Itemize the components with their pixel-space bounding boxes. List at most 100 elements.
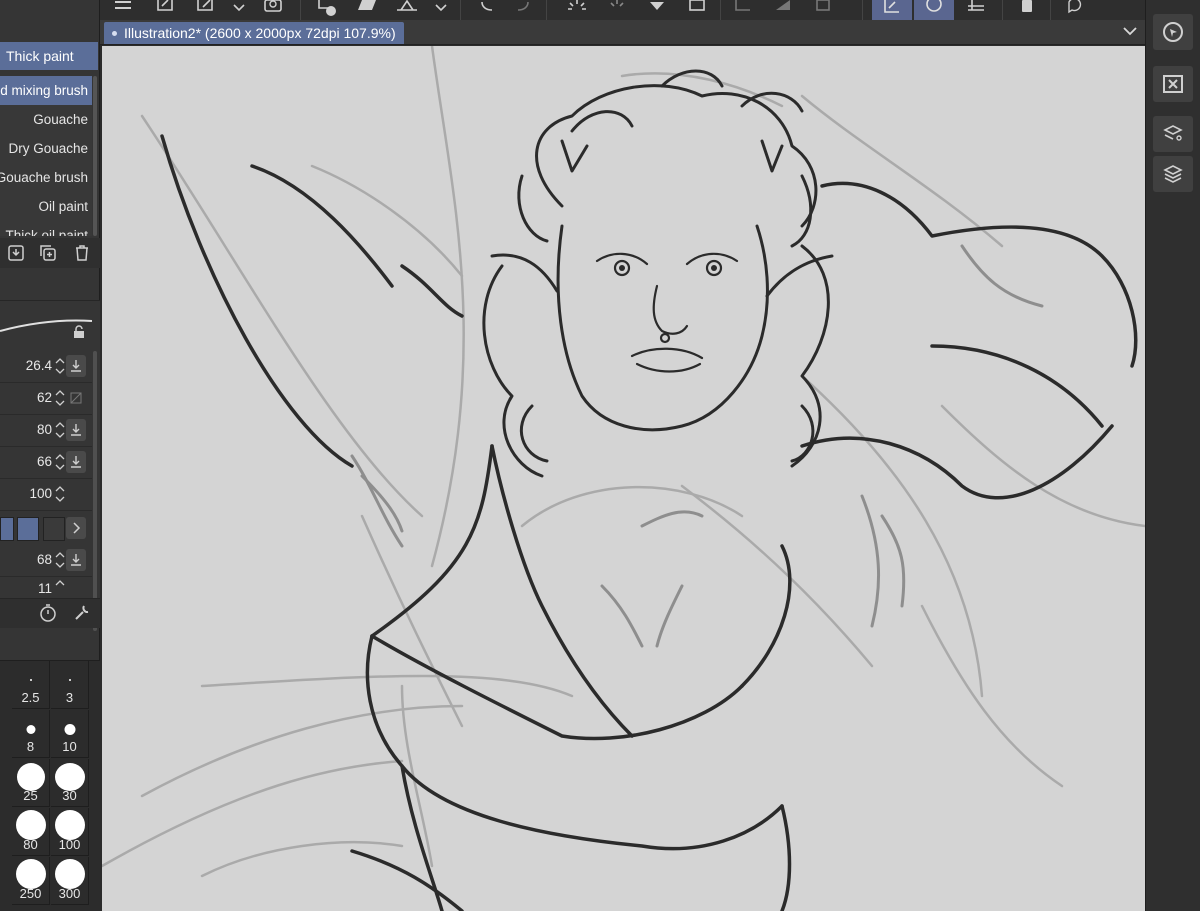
density-of-paint-row[interactable]: 66	[0, 447, 92, 479]
trash-icon[interactable]	[72, 243, 92, 263]
brush-item[interactable]: Gouache	[0, 105, 92, 134]
pressure-icon[interactable]	[66, 419, 86, 441]
size-dot	[54, 859, 85, 889]
pressure-icon[interactable]	[66, 549, 86, 571]
new-file-icon[interactable]	[150, 0, 180, 20]
brush-size-preset[interactable]: 8	[12, 710, 50, 758]
brush-list-tools	[0, 238, 100, 268]
brush-size-preset[interactable]: 3	[51, 661, 89, 709]
layer-property-icon[interactable]	[1153, 116, 1193, 152]
sub-tool-tab[interactable]: Thick paint	[0, 42, 98, 70]
brush-size-palette: 2.5 3 8 10 25 30 80 100 250 300	[0, 660, 100, 911]
opacity-value: 62	[36, 390, 52, 405]
download-icon[interactable]	[6, 243, 26, 263]
brush-item[interactable]: Oil paint	[0, 192, 92, 221]
undo-icon[interactable]	[472, 0, 502, 20]
pressure-icon[interactable]	[66, 355, 86, 377]
clip-icon[interactable]	[728, 0, 758, 20]
select-all-icon[interactable]	[602, 0, 632, 20]
fill-icon[interactable]	[642, 0, 672, 20]
spinner-icon[interactable]	[55, 579, 65, 597]
timer-icon[interactable]	[38, 603, 58, 628]
document-tab[interactable]: Illustration2* (2600 x 2000px 72dpi 107.…	[104, 22, 404, 44]
color-swatch[interactable]	[0, 517, 14, 541]
opacity-row[interactable]: 62	[0, 383, 92, 415]
size-dot	[15, 859, 46, 889]
brush-size-preset[interactable]: 250	[12, 857, 50, 905]
toolbar-divider	[862, 0, 863, 20]
spinner-icon[interactable]	[55, 485, 65, 503]
navigator-icon[interactable]	[1153, 14, 1193, 50]
spinner-icon[interactable]	[55, 389, 65, 407]
toolbar-divider	[546, 0, 547, 20]
menu-icon[interactable]	[108, 0, 138, 20]
color-stretch-value: 100	[29, 486, 52, 501]
amount-of-paint-row[interactable]: 80	[0, 415, 92, 447]
spinner-icon[interactable]	[55, 551, 65, 569]
color-swatch[interactable]	[17, 517, 39, 541]
brush-size-preset[interactable]: 2.5	[12, 661, 50, 709]
chevron-down-icon[interactable]	[1121, 24, 1139, 43]
export-icon[interactable]	[392, 0, 422, 20]
toolbar-divider	[1050, 0, 1051, 20]
blend-row[interactable]: 68	[0, 545, 92, 577]
wrench-icon[interactable]	[72, 603, 92, 628]
edit-icon[interactable]	[190, 0, 220, 20]
property-footer	[0, 598, 100, 628]
size-dot	[54, 810, 85, 840]
sketch-artwork	[102, 46, 1145, 911]
pressure-icon[interactable]	[66, 451, 86, 473]
redo-icon[interactable]	[508, 0, 538, 20]
transform-icon[interactable]	[682, 0, 712, 20]
top-toolbar	[100, 0, 1145, 20]
lock-layer-icon[interactable]	[808, 0, 838, 20]
brush-size-preset[interactable]: 25	[12, 759, 50, 807]
chevron-down-icon[interactable]	[228, 0, 250, 20]
chevron-right-icon[interactable]	[66, 517, 86, 539]
lock-icon[interactable]	[72, 325, 86, 344]
spinner-icon[interactable]	[55, 357, 65, 375]
brush-size-preset[interactable]: 10	[51, 710, 89, 758]
brush-item[interactable]: Thick oil paint	[0, 221, 92, 236]
document-tab-bar: Illustration2* (2600 x 2000px 72dpi 107.…	[100, 20, 1145, 45]
brush-size-preset[interactable]: 30	[51, 759, 89, 807]
loading-icon[interactable]	[562, 0, 592, 20]
brush-item[interactable]: Dry Gouache	[0, 134, 92, 163]
layers-icon[interactable]	[1153, 156, 1193, 192]
ruler-snap-icon[interactable]	[872, 0, 912, 20]
snap-grid-icon[interactable]	[962, 0, 992, 20]
snap-special-ruler-icon[interactable]	[914, 0, 954, 20]
reference-icon[interactable]	[768, 0, 798, 20]
drawing-canvas[interactable]	[102, 46, 1145, 911]
brush-size-row[interactable]: 26.4	[0, 351, 92, 383]
toolbar-divider	[720, 0, 721, 20]
brush-item[interactable]: Paint and mixing brush	[0, 76, 92, 105]
color-swatch-row	[0, 514, 92, 544]
properties-scrollbar[interactable]	[93, 351, 97, 631]
brush-list-scrollbar[interactable]	[93, 76, 97, 236]
brush-size-preset[interactable]: 100	[51, 808, 89, 856]
toolbar-divider	[300, 0, 301, 20]
toolbar-divider	[1002, 0, 1003, 20]
color-stretch-row[interactable]: 100	[0, 479, 92, 511]
smartphone-icon[interactable]	[1012, 0, 1042, 20]
spinner-icon[interactable]	[55, 421, 65, 439]
duplicate-icon[interactable]	[38, 243, 58, 263]
tool-property-panel: 26.4 62 80 66 100 68 11	[0, 300, 100, 631]
size-dot	[29, 679, 32, 681]
brush-size-preset[interactable]: 80	[12, 808, 50, 856]
sub-view-icon[interactable]	[1153, 66, 1193, 102]
help-icon[interactable]	[1060, 0, 1090, 20]
chevron-down-icon[interactable]	[430, 0, 452, 20]
brush-size-preset[interactable]: 300	[51, 857, 89, 905]
brush-item[interactable]: Gouache brush	[0, 163, 92, 192]
size-dot	[64, 724, 75, 735]
folder-icon[interactable]	[352, 0, 382, 20]
color-swatch[interactable]	[43, 517, 65, 541]
size-dot	[68, 679, 71, 681]
blend-value: 68	[36, 552, 52, 567]
cloud-icon[interactable]	[258, 0, 288, 20]
add-layer-icon[interactable]	[312, 0, 342, 20]
right-dock	[1145, 0, 1200, 911]
spinner-icon[interactable]	[55, 453, 65, 471]
